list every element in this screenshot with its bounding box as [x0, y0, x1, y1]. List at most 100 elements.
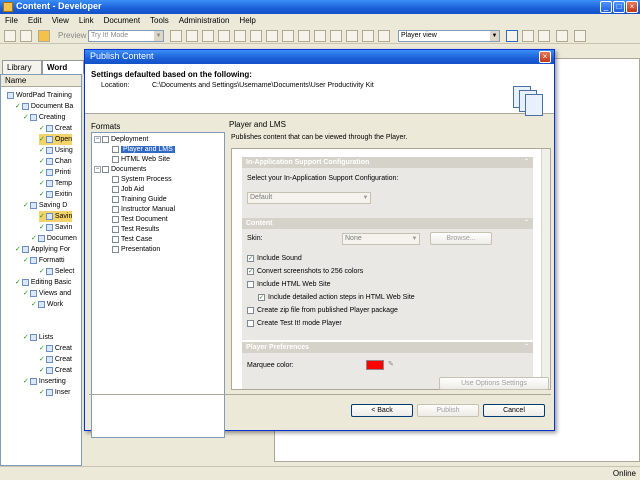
format-doc-item[interactable]: Instructor Manual: [112, 205, 175, 215]
checkbox-icon[interactable]: [112, 225, 119, 233]
save-icon[interactable]: [20, 30, 32, 42]
option-include-html[interactable]: Include HTML Web Site: [247, 280, 331, 289]
tree-node[interactable]: ✓ Creat: [39, 354, 72, 365]
collapse-icon[interactable]: −: [94, 135, 101, 143]
minimize-button[interactable]: _: [600, 1, 612, 13]
tree-node[interactable]: ✓ Select: [39, 266, 74, 277]
checkbox-checked-icon[interactable]: ✓: [258, 293, 265, 301]
checkbox-icon[interactable]: [112, 175, 119, 183]
tree-node[interactable]: ✓ Creat: [39, 365, 72, 376]
format-doc-item[interactable]: Job Aid: [112, 185, 144, 195]
menu-help[interactable]: Help: [234, 14, 260, 27]
skin-select[interactable]: None ▼: [342, 233, 420, 245]
option-include-sound[interactable]: ✓ Include Sound: [247, 254, 302, 263]
tree-node[interactable]: ✓ Chan: [39, 156, 72, 167]
option-test-it-player[interactable]: Create Test It! mode Player: [247, 319, 342, 328]
collapse-icon[interactable]: ⌃: [524, 218, 529, 229]
checkbox-icon[interactable]: [112, 195, 119, 203]
tree-node[interactable]: ✓ Applying For: [15, 244, 70, 255]
config-select[interactable]: Default ▼: [247, 192, 371, 204]
menu-document[interactable]: Document: [99, 14, 145, 27]
dialog-close-button[interactable]: ×: [539, 51, 551, 63]
section-player-preferences[interactable]: Player Preferences ⌃: [242, 342, 533, 353]
checkbox-icon[interactable]: [112, 215, 119, 223]
tree-node[interactable]: ✓ Creat: [39, 123, 72, 134]
tree-node[interactable]: ✓ Creat: [39, 343, 72, 354]
tree-node[interactable]: ✓ Editing Basic: [15, 277, 71, 288]
collapse-icon[interactable]: ⌃: [524, 157, 529, 168]
checkbox-icon[interactable]: [247, 319, 254, 327]
checkbox-icon[interactable]: [247, 280, 254, 288]
format-doc-item[interactable]: Test Case: [112, 235, 152, 245]
menu-edit[interactable]: Edit: [23, 14, 47, 27]
checkbox-icon[interactable]: [112, 155, 119, 163]
menu-administration[interactable]: Administration: [174, 14, 235, 27]
open-folder-icon[interactable]: [4, 30, 16, 42]
checkbox-checked-icon[interactable]: ✓: [247, 267, 254, 275]
tree-node[interactable]: WordPad Training: [7, 90, 72, 101]
format-player-lms[interactable]: Player and LMS: [112, 145, 175, 155]
help-icon[interactable]: [378, 30, 390, 42]
redo-icon[interactable]: [298, 30, 310, 42]
tree-node[interactable]: ✓ Printi: [39, 167, 71, 178]
refresh-icon[interactable]: [574, 30, 586, 42]
tree-header[interactable]: Name: [1, 75, 81, 87]
option-detailed-steps[interactable]: ✓ Include detailed action steps in HTML W…: [258, 293, 415, 302]
checkbox-checked-icon[interactable]: ✓: [247, 254, 254, 262]
close-button[interactable]: ×: [626, 1, 638, 13]
checkbox-icon[interactable]: [112, 205, 119, 213]
undo-icon[interactable]: [282, 30, 294, 42]
checkbox-icon[interactable]: [247, 306, 254, 314]
tab-library[interactable]: Library: [2, 60, 42, 74]
format-doc-item[interactable]: System Process: [112, 175, 172, 185]
section-in-app-support[interactable]: In-Application Support Configuration ⌃: [242, 157, 533, 168]
menu-file[interactable]: File: [0, 14, 23, 27]
tree-node[interactable]: ✓ Saving D: [23, 200, 67, 211]
checkbox-icon[interactable]: [112, 145, 119, 153]
cancel-button[interactable]: Cancel: [483, 404, 545, 417]
use-options-settings-button[interactable]: Use Options Settings: [439, 377, 549, 390]
tree-node[interactable]: ✓ Using: [39, 145, 73, 156]
view-select[interactable]: Player view ▼: [398, 30, 500, 42]
back-button[interactable]: < Back: [351, 404, 413, 417]
browse-button[interactable]: Browse...: [430, 232, 492, 245]
copy-icon[interactable]: [186, 30, 198, 42]
preview-button[interactable]: Preview: [58, 31, 86, 40]
tree-node[interactable]: ✓ Formatti: [23, 255, 65, 266]
option-zip-file[interactable]: Create zip file from published Player pa…: [247, 306, 398, 315]
option-convert-256[interactable]: ✓ Convert screenshots to 256 colors: [247, 267, 363, 276]
format-doc-item[interactable]: Presentation: [112, 245, 160, 255]
format-deployment[interactable]: − Deployment: [94, 135, 148, 145]
find-icon[interactable]: [266, 30, 278, 42]
tree-node[interactable]: ✓ Savin: [39, 211, 73, 222]
tree-node[interactable]: ✓ Views and: [23, 288, 71, 299]
binoculars-icon[interactable]: [346, 30, 358, 42]
mode-select[interactable]: Try It! Mode ▼: [88, 30, 164, 42]
tree-node[interactable]: ✓ Temp: [39, 178, 72, 189]
format-doc-item[interactable]: Training Guide: [112, 195, 167, 205]
menu-tools[interactable]: Tools: [145, 14, 174, 27]
tree-node[interactable]: ✓ Lists: [23, 332, 53, 343]
format-html-web-site[interactable]: HTML Web Site: [112, 155, 170, 165]
layout-3-icon[interactable]: [538, 30, 550, 42]
format-doc-item[interactable]: Test Document: [112, 215, 168, 225]
checkbox-icon[interactable]: [102, 165, 109, 173]
tab-word[interactable]: Word: [42, 60, 84, 74]
layout-2-icon[interactable]: [522, 30, 534, 42]
checkbox-icon[interactable]: [112, 235, 119, 243]
maximize-button[interactable]: □: [613, 1, 625, 13]
tree-node[interactable]: ✓ Work: [31, 299, 63, 310]
checkbox-icon[interactable]: [112, 245, 119, 253]
tree-node[interactable]: ✓ Creating: [23, 112, 65, 123]
link-icon[interactable]: [250, 30, 262, 42]
publish-button[interactable]: Publish: [417, 404, 479, 417]
color-picker-icon[interactable]: ✎: [388, 360, 394, 368]
menu-view[interactable]: View: [47, 14, 74, 27]
format-doc-item[interactable]: Test Results: [112, 225, 159, 235]
marquee-color-swatch[interactable]: [366, 360, 384, 370]
tree-node[interactable]: ✓ Open: [39, 134, 72, 145]
tree-node[interactable]: ✓ Document Ba: [15, 101, 73, 112]
tree-node[interactable]: ✓ Exitin: [39, 189, 72, 200]
tree-node[interactable]: ✓ Documen: [31, 233, 77, 244]
spell-check-icon[interactable]: [362, 30, 374, 42]
